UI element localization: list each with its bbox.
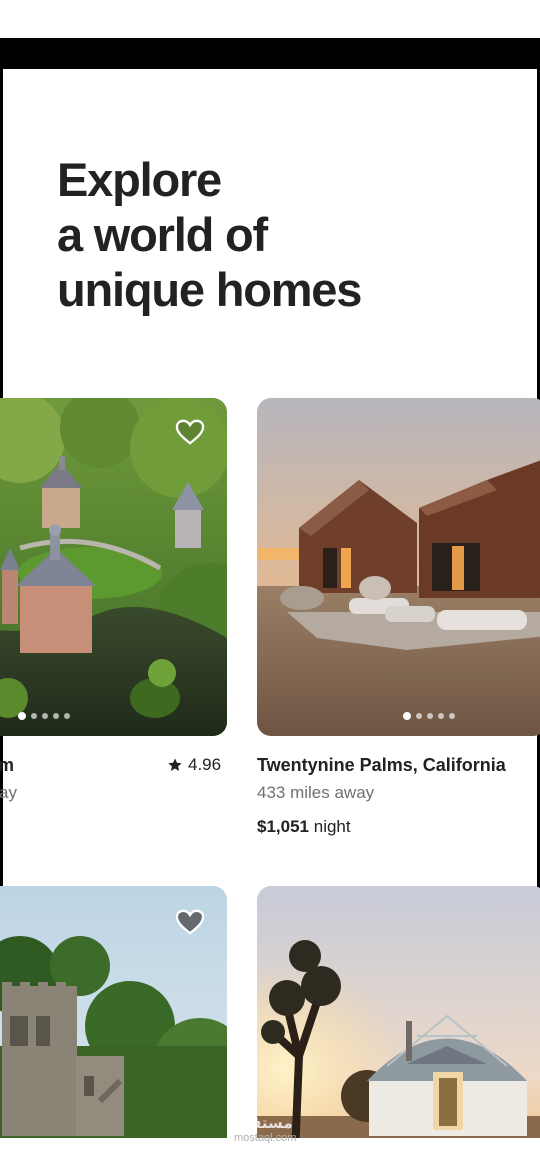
headline-line-1: Explore: [57, 153, 222, 206]
rating-value: 4.96: [188, 755, 222, 774]
star-icon: [168, 758, 182, 771]
geodesic-dome-image: [257, 886, 540, 1156]
listing-photo-geodesic-dome[interactable]: [257, 886, 540, 1156]
listing-distance: 433 miles away: [257, 783, 375, 802]
castle-image: [0, 398, 227, 736]
heart-outline-icon[interactable]: [175, 418, 205, 446]
page-headline: Explore a world of unique homes: [57, 152, 477, 317]
headline-line-3: unique homes: [57, 263, 362, 316]
pager-dot: [449, 713, 455, 719]
pager-dot: [42, 713, 48, 719]
status-bar-area: [0, 0, 540, 38]
listing-title[interactable]: Twentynine Palms, California: [257, 755, 506, 776]
listing-photo-desert-cabins[interactable]: [257, 398, 540, 736]
price-amount: $1,051: [257, 817, 309, 836]
pager-dot: [53, 713, 59, 719]
pager-dot: [427, 713, 433, 719]
headline-line-2: a world of: [57, 208, 268, 261]
photo-pager: [403, 712, 455, 720]
watermark-latin: mostaql.com: [234, 1132, 297, 1144]
listing-photo-castle[interactable]: [0, 398, 227, 736]
heart-filled-icon[interactable]: [175, 908, 205, 936]
pager-dot: [416, 713, 422, 719]
photo-pager: [18, 712, 70, 720]
price-unit: night: [313, 817, 351, 836]
pager-dot: [31, 713, 37, 719]
listing-distance: ay: [0, 783, 17, 802]
listing-price: $1,051 night: [257, 817, 351, 837]
pager-dot: [18, 712, 26, 720]
watermark-arabic: مستقل: [237, 1115, 293, 1132]
pager-dot: [403, 712, 411, 720]
watermark: مستقل mostaql.com: [234, 1115, 297, 1145]
listing-title[interactable]: m: [0, 755, 14, 776]
listing-rating: 4.96: [167, 755, 221, 775]
desert-cabins-image: [257, 398, 540, 736]
pager-dot: [438, 713, 444, 719]
listing-photo-stone-ruin[interactable]: [0, 886, 227, 1156]
pager-dot: [64, 713, 70, 719]
screen-top-frame: [0, 38, 540, 69]
